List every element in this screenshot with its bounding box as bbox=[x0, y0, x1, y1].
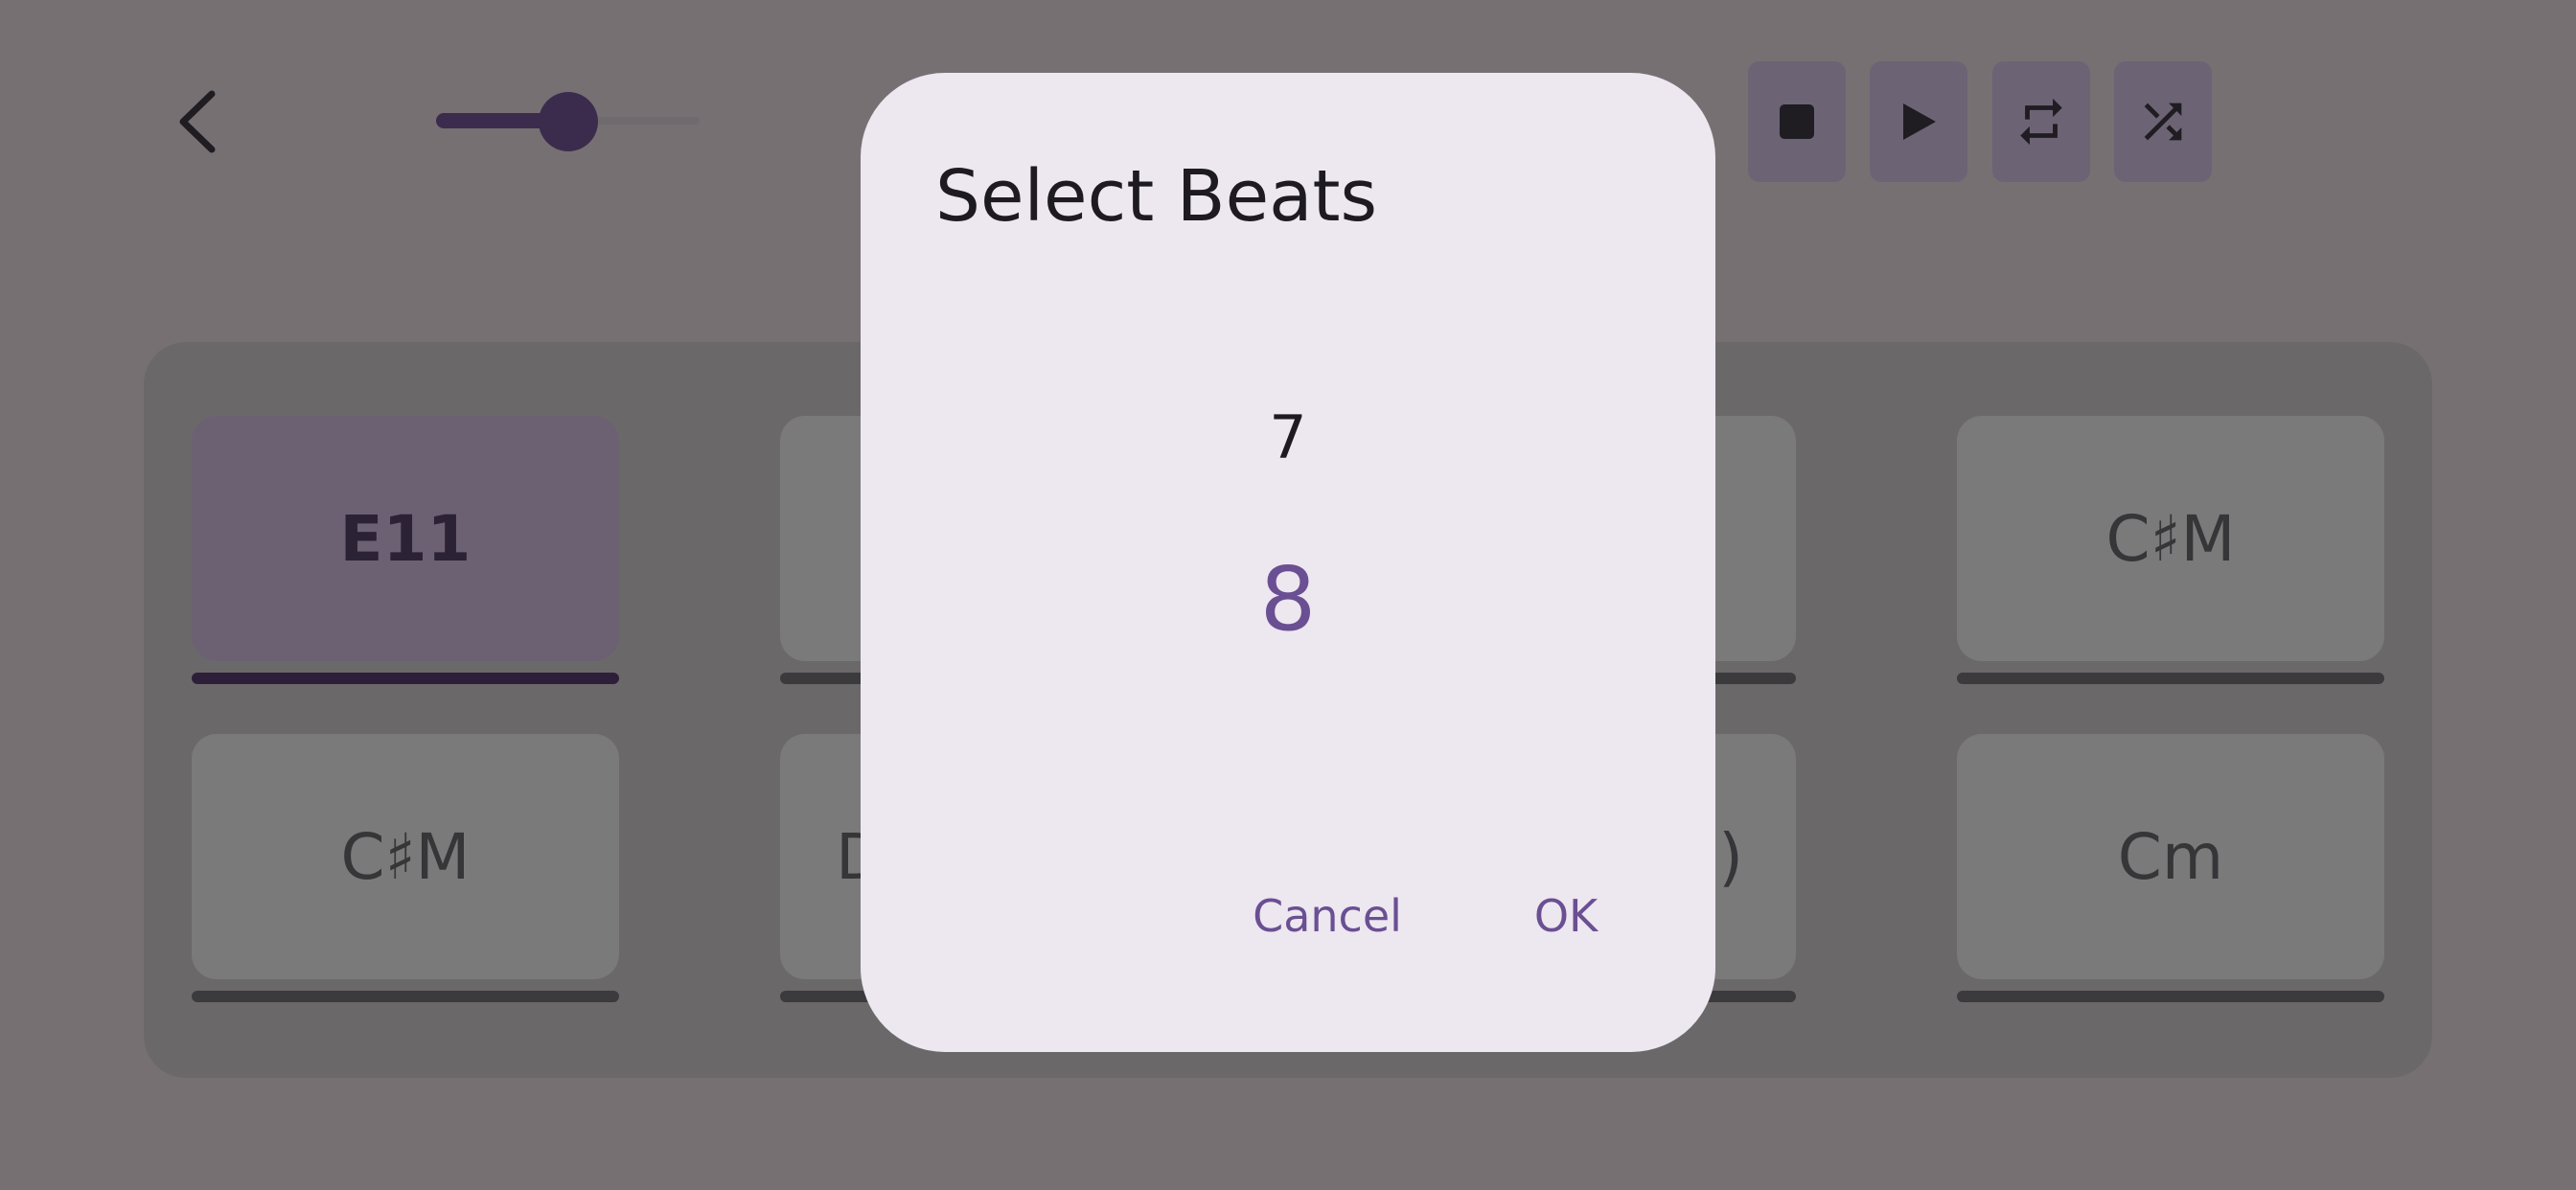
back-button[interactable] bbox=[172, 88, 220, 155]
chord-pad[interactable]: C♯M bbox=[1957, 416, 2384, 661]
cancel-button[interactable]: Cancel bbox=[1236, 878, 1418, 954]
slider-thumb[interactable] bbox=[538, 92, 598, 151]
dialog-title: Select Beats bbox=[935, 155, 1378, 238]
chord-progress-bar bbox=[192, 673, 619, 684]
chord-pad[interactable]: C♯M bbox=[192, 734, 619, 979]
ok-button[interactable]: OK bbox=[1508, 878, 1623, 954]
chevron-left-icon bbox=[179, 90, 216, 153]
chord-progress-bar bbox=[1957, 991, 2384, 1002]
chord-pad[interactable]: E11 bbox=[192, 416, 619, 661]
picker-fade bbox=[861, 387, 1715, 402]
play-button[interactable] bbox=[1870, 61, 1967, 182]
beats-number-picker[interactable]: 7 8 bbox=[861, 312, 1715, 715]
chord-pad[interactable]: Cm bbox=[1957, 734, 2384, 979]
stop-icon bbox=[1780, 104, 1814, 139]
picker-selected-value[interactable]: 8 bbox=[861, 556, 1715, 644]
volume-slider[interactable] bbox=[436, 92, 700, 151]
play-icon bbox=[1903, 103, 1936, 140]
repeat-button[interactable] bbox=[1992, 61, 2090, 182]
repeat-icon bbox=[2020, 98, 2062, 146]
chord-progress-bar bbox=[192, 991, 619, 1002]
shuffle-icon bbox=[2144, 103, 2182, 141]
shuffle-button[interactable] bbox=[2114, 61, 2212, 182]
select-beats-dialog: Select Beats 7 8 Cancel OK bbox=[861, 73, 1715, 1052]
picker-previous-value[interactable]: 7 bbox=[861, 408, 1715, 468]
chord-progress-bar bbox=[1957, 673, 2384, 684]
stop-button[interactable] bbox=[1748, 61, 1846, 182]
